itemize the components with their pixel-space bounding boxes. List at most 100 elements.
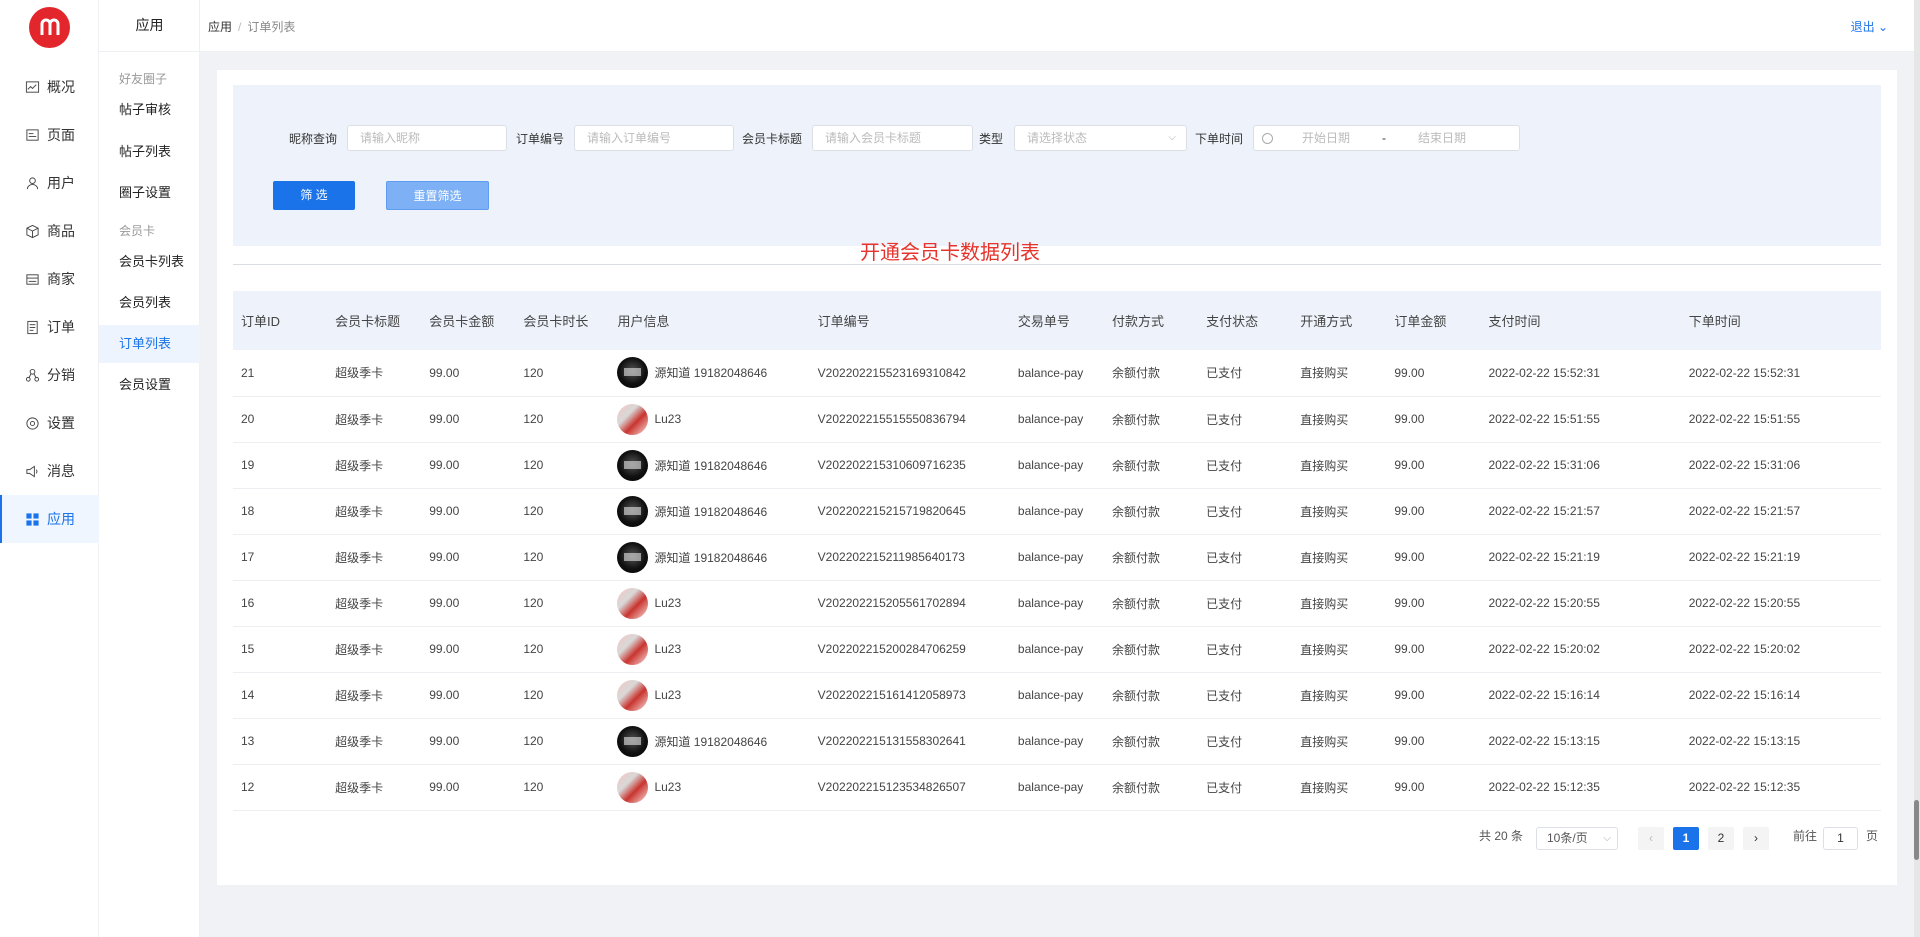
page-icon bbox=[25, 128, 40, 143]
cell-trade-no: balance-pay bbox=[1017, 688, 1084, 702]
nav-item-chart[interactable]: 概况 bbox=[0, 63, 99, 111]
table-row[interactable]: 21 超级季卡 99.00 120 源知道 19182048646 V2022022155… bbox=[233, 350, 1881, 396]
subnav-item-circle-settings[interactable]: 圈子设置 bbox=[99, 174, 200, 212]
table-row[interactable]: 14 超级季卡 99.00 120 Lu23 V202202215161412058973… bbox=[233, 672, 1881, 718]
main-sidebar: 概况 页面 用户 商品 商家订单分销 设置 消息 应用 bbox=[0, 0, 99, 937]
page-size-value: 10条/页 bbox=[1547, 831, 1588, 845]
cell-user-info: 源知道 19182048646 bbox=[609, 534, 809, 580]
nav-item-label: 订单 bbox=[47, 319, 75, 335]
logo-icon[interactable] bbox=[29, 7, 70, 48]
cell-user-info: 源知道 19182048646 bbox=[609, 350, 809, 396]
cell-pay-time: 2022-02-22 15:13:15 bbox=[1488, 734, 1600, 748]
subnav-item-member-settings[interactable]: 会员设置 bbox=[99, 366, 200, 404]
nav-item-box[interactable]: 商品 bbox=[0, 207, 99, 255]
page-button-1[interactable]: 1 bbox=[1673, 827, 1699, 850]
user-name: 源知道 19182048646 bbox=[654, 504, 768, 519]
table-row[interactable]: 20 超级季卡 99.00 120 Lu23 V202202215515550836794… bbox=[233, 396, 1881, 442]
cell-card-amount: 99.00 bbox=[429, 412, 460, 426]
cell-pay-method: 余额付款 bbox=[1112, 458, 1161, 473]
nav-item-order[interactable]: 订单 bbox=[0, 303, 99, 351]
table-row[interactable]: 18 超级季卡 99.00 120 源知道 19182048646 V2022022152… bbox=[233, 488, 1881, 534]
message-icon bbox=[25, 464, 40, 479]
column-header-order-amount: 订单金额 bbox=[1394, 314, 1447, 329]
table-row[interactable]: 16 超级季卡 99.00 120 Lu23 V202202215205561702894… bbox=[233, 580, 1881, 626]
cell-trade-no: balance-pay bbox=[1017, 596, 1084, 610]
subnav-item-member-list[interactable]: 会员列表 bbox=[99, 284, 200, 322]
page-button-2[interactable]: 2 bbox=[1708, 827, 1734, 850]
cell-pay-time: 2022-02-22 15:51:55 bbox=[1488, 412, 1600, 426]
nav-item-store[interactable]: 商家 bbox=[0, 255, 99, 303]
cell-trade-no: balance-pay bbox=[1017, 504, 1084, 518]
cell-order-time: 2022-02-22 15:21:57 bbox=[1688, 504, 1801, 518]
breadcrumb-root[interactable]: 应用 bbox=[208, 20, 232, 34]
nickname-input[interactable]: 请输入昵称 bbox=[347, 125, 507, 151]
subnav-group-friends: 好友圈子 bbox=[119, 72, 168, 86]
order-icon bbox=[25, 320, 40, 335]
page-size-select[interactable]: 10条/页 ⌵ bbox=[1536, 827, 1618, 850]
subnav-item-post-list[interactable]: 帖子列表 bbox=[99, 133, 200, 171]
prev-page-button[interactable]: ‹ bbox=[1638, 827, 1664, 850]
logout-button[interactable]: 退出 ⌄ bbox=[1851, 18, 1888, 35]
avatar bbox=[617, 449, 649, 481]
date-range-picker[interactable]: 开始日期 - 结束日期 bbox=[1253, 125, 1520, 151]
table-row[interactable]: 12 超级季卡 99.00 120 Lu23 V202202215123534826507… bbox=[233, 764, 1881, 810]
cell-order-no: V202202215200284706259 bbox=[817, 642, 966, 656]
cell-order-id: 13 bbox=[241, 734, 255, 748]
cell-card-duration: 120 bbox=[523, 550, 544, 564]
cell-user-info: Lu23 bbox=[609, 396, 809, 442]
next-page-button[interactable]: › bbox=[1743, 827, 1769, 850]
filter-panel: 昵称查询 请输入昵称 订单编号 请输入订单编号 会员卡标题 请输入会员卡标题 类… bbox=[233, 85, 1881, 246]
nav-item-page[interactable]: 页面 bbox=[0, 111, 99, 159]
table-row[interactable]: 17 超级季卡 99.00 120 源知道 19182048646 V2022022152… bbox=[233, 534, 1881, 580]
user-name: Lu23 bbox=[654, 412, 682, 426]
cell-pay-status: 已支付 bbox=[1206, 458, 1243, 473]
start-date-input[interactable]: 开始日期 bbox=[1302, 126, 1350, 150]
user-name: Lu23 bbox=[654, 642, 682, 656]
goto-page-input[interactable]: 1 bbox=[1823, 827, 1858, 850]
subnav-item-post-review[interactable]: 帖子审核 bbox=[99, 91, 200, 129]
order-no-input[interactable]: 请输入订单编号 bbox=[574, 125, 734, 151]
end-date-input[interactable]: 结束日期 bbox=[1418, 126, 1466, 150]
card-title-label: 会员卡标题 bbox=[742, 132, 803, 146]
filter-button[interactable]: 筛 选 bbox=[273, 181, 355, 210]
cell-trade-no: balance-pay bbox=[1017, 734, 1084, 748]
nav-item-settings[interactable]: 设置 bbox=[0, 399, 99, 447]
cell-trade-no: balance-pay bbox=[1017, 412, 1084, 426]
cell-card-amount: 99.00 bbox=[429, 642, 460, 656]
nav-item-message[interactable]: 消息 bbox=[0, 447, 99, 495]
nav-item-user[interactable]: 用户 bbox=[0, 159, 99, 207]
type-select[interactable]: 请选择状态 ⌵ bbox=[1014, 125, 1187, 151]
user-name: Lu23 bbox=[654, 688, 682, 702]
user-name: 源知道 19182048646 bbox=[654, 734, 768, 749]
cell-order-id: 18 bbox=[241, 504, 255, 518]
subnav-item-order-list[interactable]: 订单列表 bbox=[99, 325, 200, 363]
cell-card-duration: 120 bbox=[523, 504, 544, 518]
scrollbar-thumb[interactable] bbox=[1914, 800, 1919, 860]
cell-card-title: 超级季卡 bbox=[335, 734, 384, 749]
nav-item-distribution[interactable]: 分销 bbox=[0, 351, 99, 399]
cell-pay-method: 余额付款 bbox=[1112, 688, 1161, 703]
cell-user-info: Lu23 bbox=[609, 672, 809, 718]
column-header-card-duration: 会员卡时长 bbox=[523, 314, 589, 329]
cell-open-method: 直接购买 bbox=[1300, 458, 1349, 473]
pagination-total: 共 20 条 bbox=[1479, 829, 1524, 843]
cell-trade-no: balance-pay bbox=[1017, 780, 1084, 794]
clock-icon bbox=[1262, 133, 1273, 144]
cell-order-time: 2022-02-22 15:16:14 bbox=[1688, 688, 1801, 702]
subnav-title: 应用 bbox=[99, 0, 200, 52]
column-header-order-no: 订单编号 bbox=[817, 314, 870, 329]
page-scrollbar[interactable] bbox=[1914, 0, 1920, 937]
reset-filter-button[interactable]: 重置筛选 bbox=[386, 181, 489, 210]
card-title-input[interactable]: 请输入会员卡标题 bbox=[812, 125, 973, 151]
table-row[interactable]: 15 超级季卡 99.00 120 Lu23 V202202215200284706259… bbox=[233, 626, 1881, 672]
table-row[interactable]: 13 超级季卡 99.00 120 源知道 19182048646 V2022022151… bbox=[233, 718, 1881, 764]
cell-pay-time: 2022-02-22 15:21:57 bbox=[1488, 504, 1600, 518]
cell-order-no: V202202215161412058973 bbox=[817, 688, 966, 702]
cell-trade-no: balance-pay bbox=[1017, 365, 1084, 380]
subnav-item-card-list[interactable]: 会员卡列表 bbox=[99, 243, 200, 281]
cell-order-id: 17 bbox=[241, 550, 255, 564]
column-header-pay-time: 支付时间 bbox=[1488, 314, 1541, 329]
table-row[interactable]: 19 超级季卡 99.00 120 源知道 19182048646 V2022022153… bbox=[233, 442, 1881, 488]
nav-item-apps[interactable]: 应用 bbox=[0, 495, 99, 543]
cell-order-no: V202202215131558302641 bbox=[817, 734, 966, 748]
